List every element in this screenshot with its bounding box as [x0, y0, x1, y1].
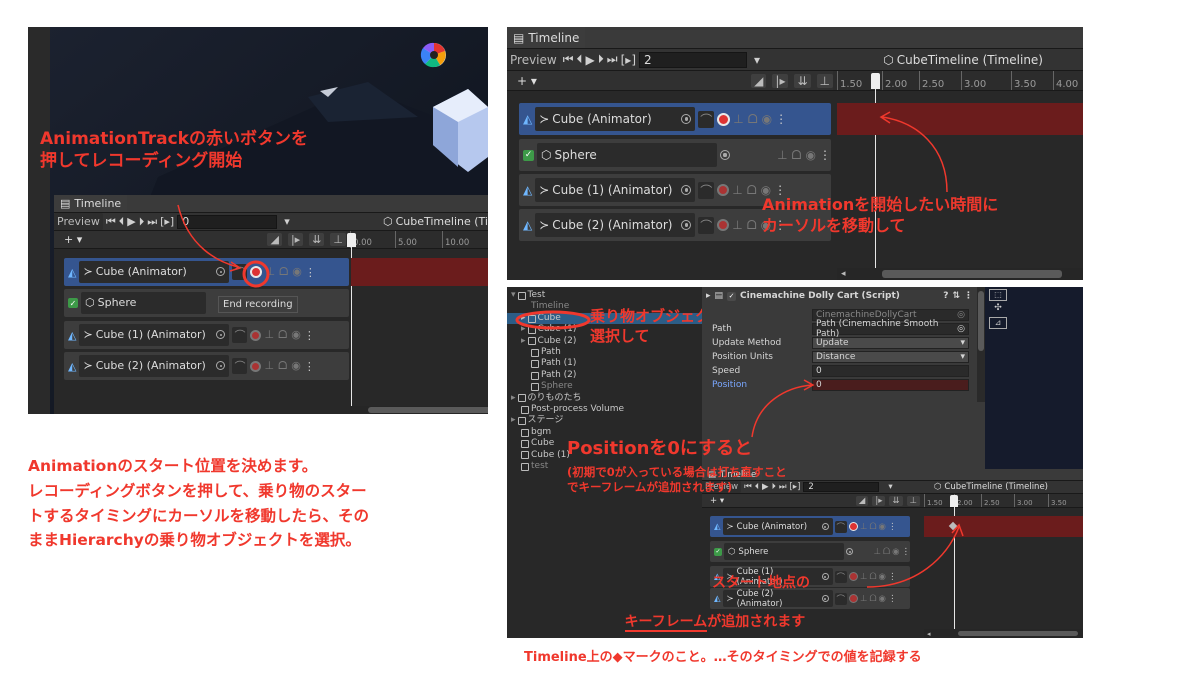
footer-note: Timeline上の◆マークのこと。…そのタイミングでの値を記録する — [524, 650, 922, 665]
annotation-arrow — [879, 111, 948, 193]
left-screenshot-panel: AnimationTrackの赤いボタンを 押してレコーディング開始 ▤ Tim… — [28, 27, 488, 414]
left-description: Animationのスタート位置を決めます。 レコーディングボタンを押して、乗り… — [28, 457, 370, 550]
position-zero-subnote: (初期で0が入っている場合は打ち直すこと でキーフレームが追加されます) — [567, 465, 787, 494]
timeline-window-right: ▤ Timeline Preview ⏮ ⏴ ▶ ⏵ ⏭ [▸] 2 ▾ ⬡ C… — [507, 27, 1083, 280]
annotation-arrow — [751, 379, 815, 438]
annotation-arrow — [177, 204, 242, 272]
editor-screenshot-panel: ▾ Test Timeline ▸ Cube ▸ Cube (1) ▸ Cube (2)… — [507, 287, 1083, 638]
